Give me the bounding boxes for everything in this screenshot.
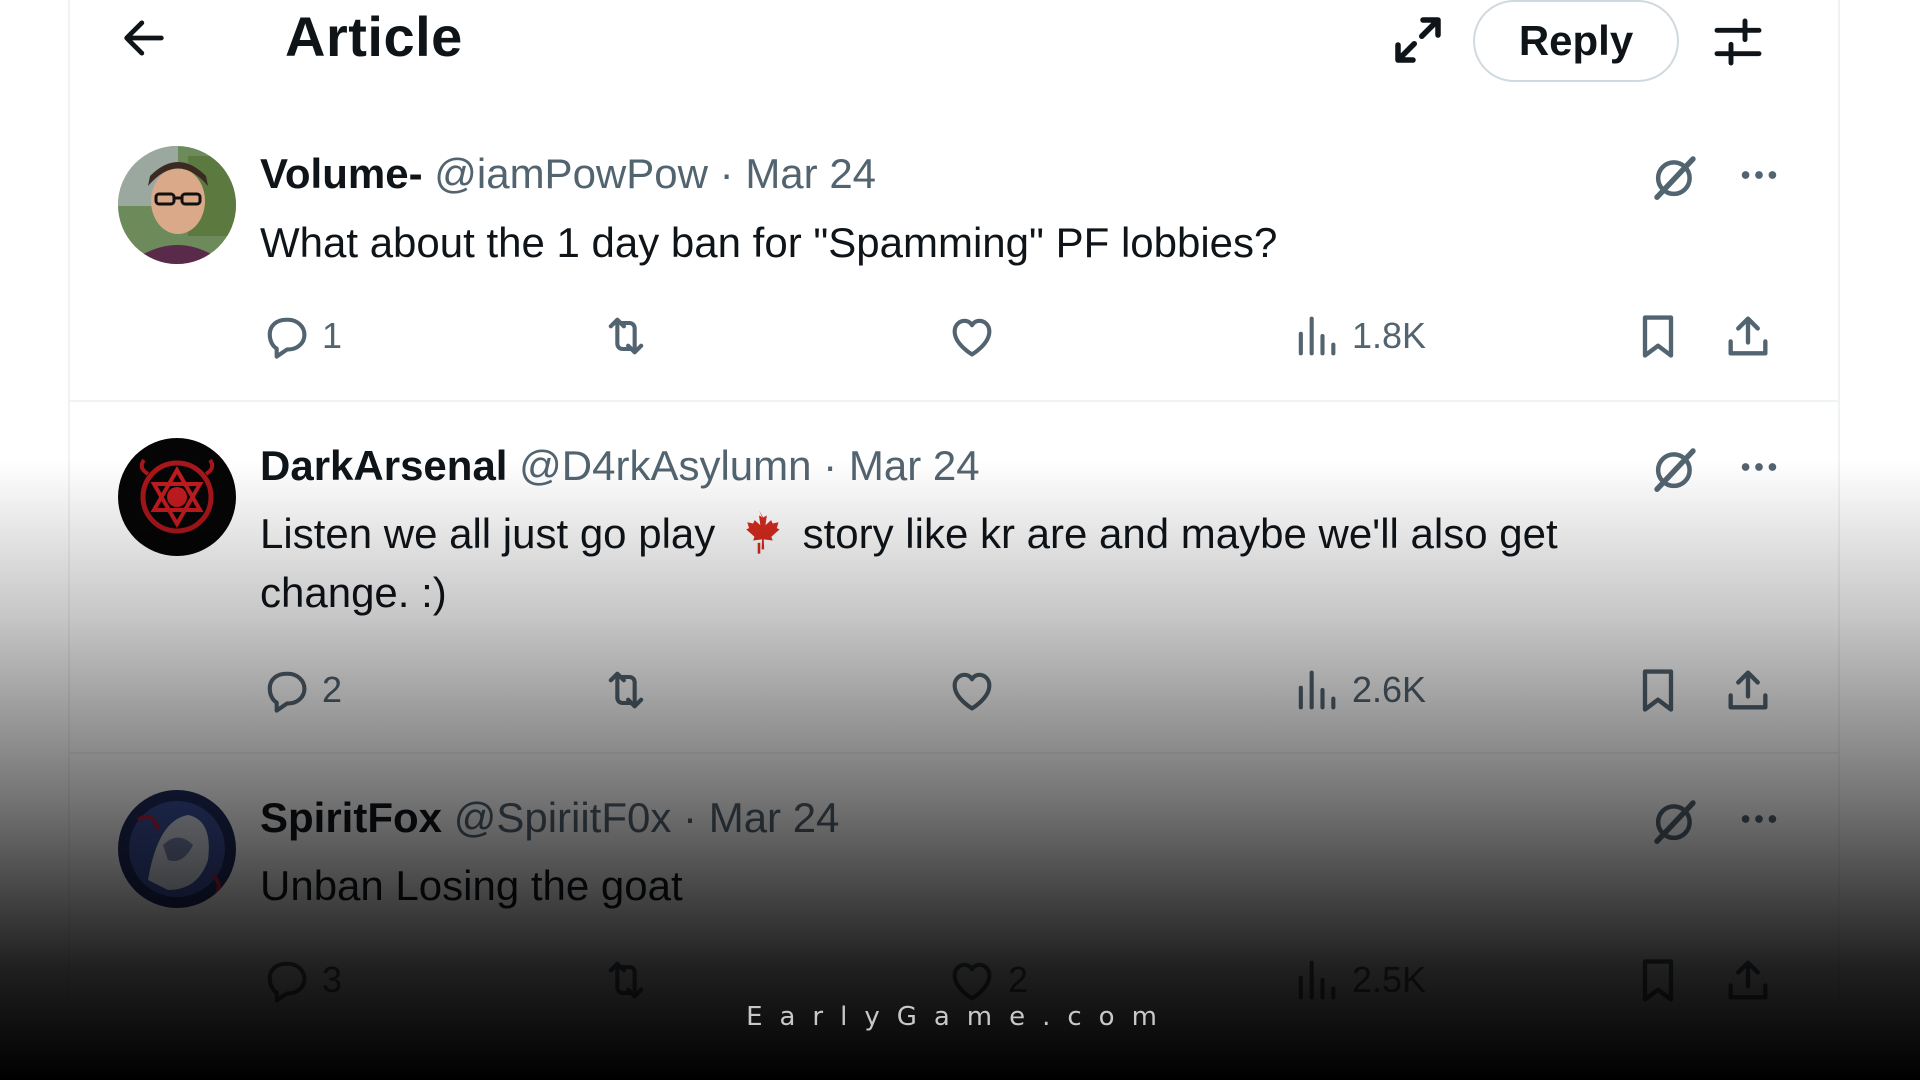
views-icon bbox=[1290, 954, 1342, 1006]
reply-post[interactable]: DarkArsenal @D4rkAsylumn · Mar 24 Listen… bbox=[70, 402, 1838, 754]
repost-action[interactable] bbox=[600, 952, 662, 1008]
post-date[interactable]: Mar 24 bbox=[709, 794, 840, 841]
separator-dot: · bbox=[719, 150, 734, 197]
reply-count: 2 bbox=[322, 669, 343, 710]
repost-icon bbox=[600, 664, 652, 716]
action-bar: 1 1.8K bbox=[260, 308, 1790, 364]
views-icon bbox=[1290, 664, 1342, 716]
page-title: Article bbox=[285, 5, 463, 68]
like-action[interactable] bbox=[946, 308, 1008, 364]
repost-icon bbox=[600, 954, 652, 1006]
share-action[interactable] bbox=[1722, 662, 1774, 718]
post-meta: SpiritFox @SpiriitF0x · Mar 24 bbox=[260, 794, 839, 842]
reply-button[interactable]: Reply bbox=[1473, 0, 1679, 82]
user-handle[interactable]: @iamPowPow bbox=[434, 150, 708, 197]
post-text: Unban Losing the goat bbox=[260, 862, 683, 909]
more-options-icon[interactable] bbox=[1736, 796, 1782, 842]
bookmark-icon bbox=[1632, 664, 1684, 716]
reply-count: 3 bbox=[322, 959, 343, 1000]
views-icon bbox=[1290, 310, 1342, 362]
watermark: EarlyGame.com bbox=[746, 1002, 1174, 1032]
like-action[interactable] bbox=[946, 662, 1008, 718]
repost-action[interactable] bbox=[600, 662, 662, 718]
share-icon bbox=[1722, 310, 1774, 362]
share-action[interactable] bbox=[1722, 308, 1774, 364]
views-action[interactable]: 1.8K bbox=[1290, 308, 1426, 364]
user-handle[interactable]: @D4rkAsylumn bbox=[519, 442, 811, 489]
back-arrow-icon[interactable] bbox=[118, 12, 170, 64]
reply-icon bbox=[260, 310, 312, 362]
post-text: Listen we all just go play story like kr… bbox=[260, 504, 1680, 622]
separator-dot: · bbox=[683, 794, 698, 841]
heart-icon bbox=[946, 310, 998, 362]
more-options-icon[interactable] bbox=[1736, 152, 1782, 198]
like-count: 2 bbox=[1008, 959, 1029, 1000]
post-meta: Volume- @iamPowPow · Mar 24 bbox=[260, 150, 876, 198]
reply-icon bbox=[260, 664, 312, 716]
sliders-icon[interactable] bbox=[1710, 14, 1766, 70]
conversation-panel: Article Reply Volume- @iamPowPow · Mar 2… bbox=[68, 0, 1840, 1080]
like-action[interactable]: 2 bbox=[946, 952, 1028, 1008]
avatar[interactable] bbox=[118, 146, 236, 264]
post-meta: DarkArsenal @D4rkAsylumn · Mar 24 bbox=[260, 442, 980, 490]
grok-icon[interactable] bbox=[1648, 150, 1702, 204]
view-count: 2.6K bbox=[1352, 669, 1427, 710]
expand-icon[interactable] bbox=[1388, 10, 1448, 70]
reply-post[interactable]: Volume- @iamPowPow · Mar 24 What about t… bbox=[70, 100, 1838, 402]
post-text-part: Listen we all just go play bbox=[260, 510, 716, 557]
avatar[interactable] bbox=[118, 438, 236, 556]
reply-action[interactable]: 2 bbox=[260, 662, 342, 718]
top-bar: Article Reply bbox=[70, 0, 1838, 90]
bookmark-icon bbox=[1632, 310, 1684, 362]
heart-icon bbox=[946, 954, 998, 1006]
display-name[interactable]: SpiritFox bbox=[260, 794, 442, 841]
action-bar: 2 2.6K bbox=[260, 662, 1790, 718]
views-action[interactable]: 2.5K bbox=[1290, 952, 1426, 1008]
display-name[interactable]: Volume- bbox=[260, 150, 423, 197]
post-date[interactable]: Mar 24 bbox=[849, 442, 980, 489]
reply-count: 1 bbox=[322, 315, 343, 356]
user-handle[interactable]: @SpiriitF0x bbox=[454, 794, 672, 841]
share-icon bbox=[1722, 664, 1774, 716]
view-count: 2.5K bbox=[1352, 959, 1427, 1000]
view-count: 1.8K bbox=[1352, 315, 1427, 356]
views-action[interactable]: 2.6K bbox=[1290, 662, 1426, 718]
avatar[interactable] bbox=[118, 790, 236, 908]
bookmark-icon bbox=[1632, 954, 1684, 1006]
bookmark-action[interactable] bbox=[1632, 952, 1684, 1008]
grok-icon[interactable] bbox=[1648, 442, 1702, 496]
bookmark-action[interactable] bbox=[1632, 662, 1684, 718]
reply-action[interactable]: 3 bbox=[260, 952, 342, 1008]
share-icon bbox=[1722, 954, 1774, 1006]
heart-icon bbox=[946, 664, 998, 716]
post-date[interactable]: Mar 24 bbox=[745, 150, 876, 197]
share-action[interactable] bbox=[1722, 952, 1774, 1008]
reply-icon bbox=[260, 954, 312, 1006]
separator-dot: · bbox=[823, 442, 838, 489]
repost-icon bbox=[600, 310, 652, 362]
more-options-icon[interactable] bbox=[1736, 444, 1782, 490]
bookmark-action[interactable] bbox=[1632, 308, 1684, 364]
reply-action[interactable]: 1 bbox=[260, 308, 342, 364]
display-name[interactable]: DarkArsenal bbox=[260, 442, 507, 489]
grok-icon[interactable] bbox=[1648, 794, 1702, 848]
post-text: What about the 1 day ban for "Spamming" … bbox=[260, 219, 1278, 266]
repost-action[interactable] bbox=[600, 308, 662, 364]
maple-leaf-icon bbox=[746, 510, 780, 554]
action-bar: 3 2 2.5K bbox=[260, 952, 1790, 1008]
